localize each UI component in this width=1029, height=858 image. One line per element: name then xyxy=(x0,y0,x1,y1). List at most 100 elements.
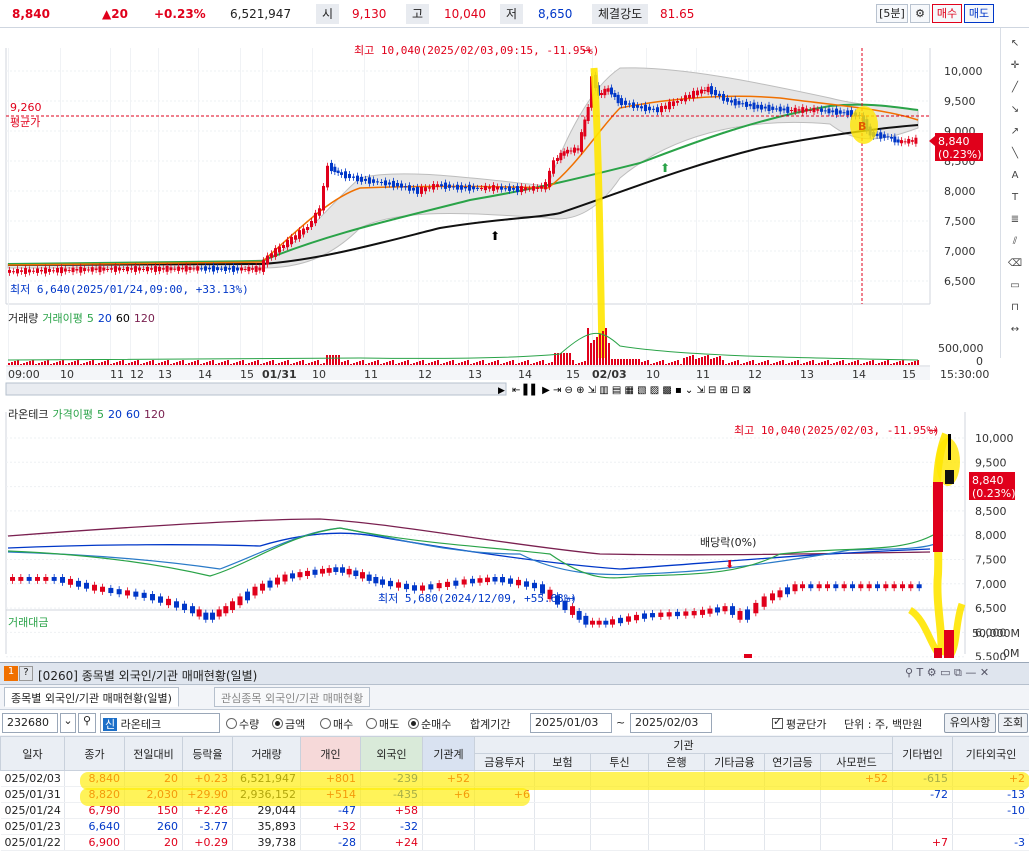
candle xyxy=(220,268,223,270)
daily-candle xyxy=(453,580,459,586)
volume-bar xyxy=(377,360,379,365)
candle xyxy=(696,90,699,96)
candle xyxy=(600,93,603,95)
scroll-right-icon[interactable]: ▶ xyxy=(498,386,505,396)
candle xyxy=(496,186,499,190)
volume-bar xyxy=(305,364,307,365)
arrow-icon[interactable]: ↗ xyxy=(1007,124,1023,140)
daily-candle xyxy=(866,584,872,589)
volume-bar xyxy=(230,364,232,365)
eraser-icon[interactable]: ⌫ xyxy=(1007,256,1023,272)
volume-bar xyxy=(683,358,685,365)
candle xyxy=(86,269,90,271)
daily-candle xyxy=(470,578,475,584)
daily-candle xyxy=(333,567,339,572)
channel-icon[interactable]: ⫽ xyxy=(1007,234,1023,250)
query-button[interactable]: 조회 xyxy=(998,713,1028,733)
ray-icon[interactable]: ↘ xyxy=(1007,102,1023,118)
low-value: 8,650 xyxy=(538,7,573,21)
line-icon[interactable]: ╱ xyxy=(1007,80,1023,96)
x-tick: 11 xyxy=(110,368,124,381)
date-from-input[interactable]: 2025/01/03 xyxy=(530,713,612,733)
volume-bar xyxy=(182,360,184,365)
daily-candle xyxy=(166,598,171,606)
tab-daily[interactable]: 종목별 외국인/기관 매매현황(일별) xyxy=(4,687,179,707)
daily-candle xyxy=(777,590,783,598)
buy-radio[interactable]: 매수 xyxy=(320,716,353,732)
chevron-down-icon[interactable]: ⌄ xyxy=(60,713,76,733)
trend-icon[interactable]: ╲ xyxy=(1007,146,1023,162)
volume-bar xyxy=(335,355,337,365)
volume-bar xyxy=(647,360,649,365)
buy-button[interactable]: 매수 xyxy=(932,4,962,23)
cursor-icon[interactable]: ↖ xyxy=(1007,36,1023,52)
daily-candle xyxy=(360,572,365,579)
volume-bar xyxy=(818,363,820,365)
sell-button[interactable]: 매도 xyxy=(964,4,994,23)
candle xyxy=(688,94,691,99)
chart-controls[interactable]: ⇤ ▌▌ ▶ ⇥ ⊖ ⊕ ⇲ ▥ ▤ ▦ ▧ ▨ ▩ ▪ ⌄ ⇲ ⊟ ⊞ ⊡ ⊠ xyxy=(512,383,751,396)
text-icon[interactable]: T xyxy=(1007,190,1023,206)
volume-bar xyxy=(494,361,496,365)
period-selector[interactable]: [5분] xyxy=(876,4,908,23)
stock-code-input[interactable]: 232680 xyxy=(2,713,58,733)
sell-radio[interactable]: 매도 xyxy=(366,716,399,732)
current-price: 8,840 xyxy=(12,7,50,21)
magnet-icon[interactable]: ⊓ xyxy=(1007,300,1023,316)
daily-candle xyxy=(658,612,664,617)
daily-candle xyxy=(404,583,409,590)
volume-bar xyxy=(143,363,145,365)
search-icon[interactable]: ⚲ xyxy=(78,713,96,733)
volume-bar xyxy=(674,361,676,365)
candle xyxy=(444,182,447,189)
volume-bar xyxy=(98,363,100,365)
fib-icon[interactable]: ≣ xyxy=(1007,212,1023,228)
candle xyxy=(83,268,87,272)
candle xyxy=(722,94,725,101)
measure-icon[interactable]: ↔ xyxy=(1007,322,1023,338)
volume-bar xyxy=(527,360,529,365)
avg-price-checkbox[interactable]: 평균단가 xyxy=(772,715,826,732)
daily-candle xyxy=(683,611,689,616)
net-buy-radio[interactable]: 순매수 xyxy=(408,716,451,732)
volume-bar xyxy=(332,355,334,365)
chart-scrollbar[interactable] xyxy=(5,382,507,396)
intraday-chart[interactable]: 라온테크가격이평52060100BB_상한선(20,2,c)BB_중심선BB_하… xyxy=(0,28,1000,398)
candle xyxy=(408,185,411,191)
table-row[interactable]: 025/01/22 6,900 20 +0.29 39,738 -28 +24 +7 -3 xyxy=(0,834,1029,851)
candle xyxy=(150,268,153,270)
notice-button[interactable]: 유의사항 xyxy=(944,713,996,733)
auto-icon[interactable]: A xyxy=(1007,168,1023,184)
daily-candle xyxy=(141,592,147,598)
candle xyxy=(566,149,569,154)
volume-bar xyxy=(14,361,16,365)
daily-y-tick: 10,000 xyxy=(975,432,1014,445)
shape-icon[interactable]: ▭ xyxy=(1007,278,1023,294)
daily-candle xyxy=(380,579,385,585)
crosshair-icon[interactable]: ✛ xyxy=(1007,58,1023,74)
daily-chart[interactable]: 10,0009,5009,0008,5008,0007,5007,0006,50… xyxy=(0,404,1029,660)
tab-watchlist[interactable]: 관심종목 외국인/기관 매매현황 xyxy=(214,687,371,707)
help-icon[interactable]: ? xyxy=(19,666,33,681)
low-arrow-icon: → xyxy=(566,592,575,605)
cell-date: 025/01/22 xyxy=(0,834,65,851)
window-controls[interactable]: ⚲ T ⚙ ▭ ⧉ — ✕ xyxy=(905,666,989,680)
volume-bar xyxy=(206,362,208,365)
stock-name-field[interactable]: 신 라온테크 xyxy=(100,713,220,733)
candle xyxy=(900,140,903,144)
amount-radio[interactable]: 금액 xyxy=(272,716,305,732)
value-legend: 거래대금 xyxy=(8,616,49,629)
volume-bar xyxy=(188,363,190,365)
gear-icon[interactable]: ⚙ xyxy=(910,4,930,23)
date-to-input[interactable]: 2025/02/03 xyxy=(630,713,712,733)
volume-bar xyxy=(593,340,595,365)
quantity-radio[interactable]: 수량 xyxy=(226,716,259,732)
daily-y-tick: 7,500 xyxy=(975,554,1007,567)
cell-pef xyxy=(820,802,894,819)
volume-bar xyxy=(530,364,532,365)
candle xyxy=(823,110,827,112)
volume-bar xyxy=(497,360,499,365)
volume-bar xyxy=(59,361,61,365)
table-row[interactable]: 025/01/23 6,640 260 -3.77 35,893 +32 -32 xyxy=(0,818,1029,835)
volume-bar xyxy=(449,361,451,365)
